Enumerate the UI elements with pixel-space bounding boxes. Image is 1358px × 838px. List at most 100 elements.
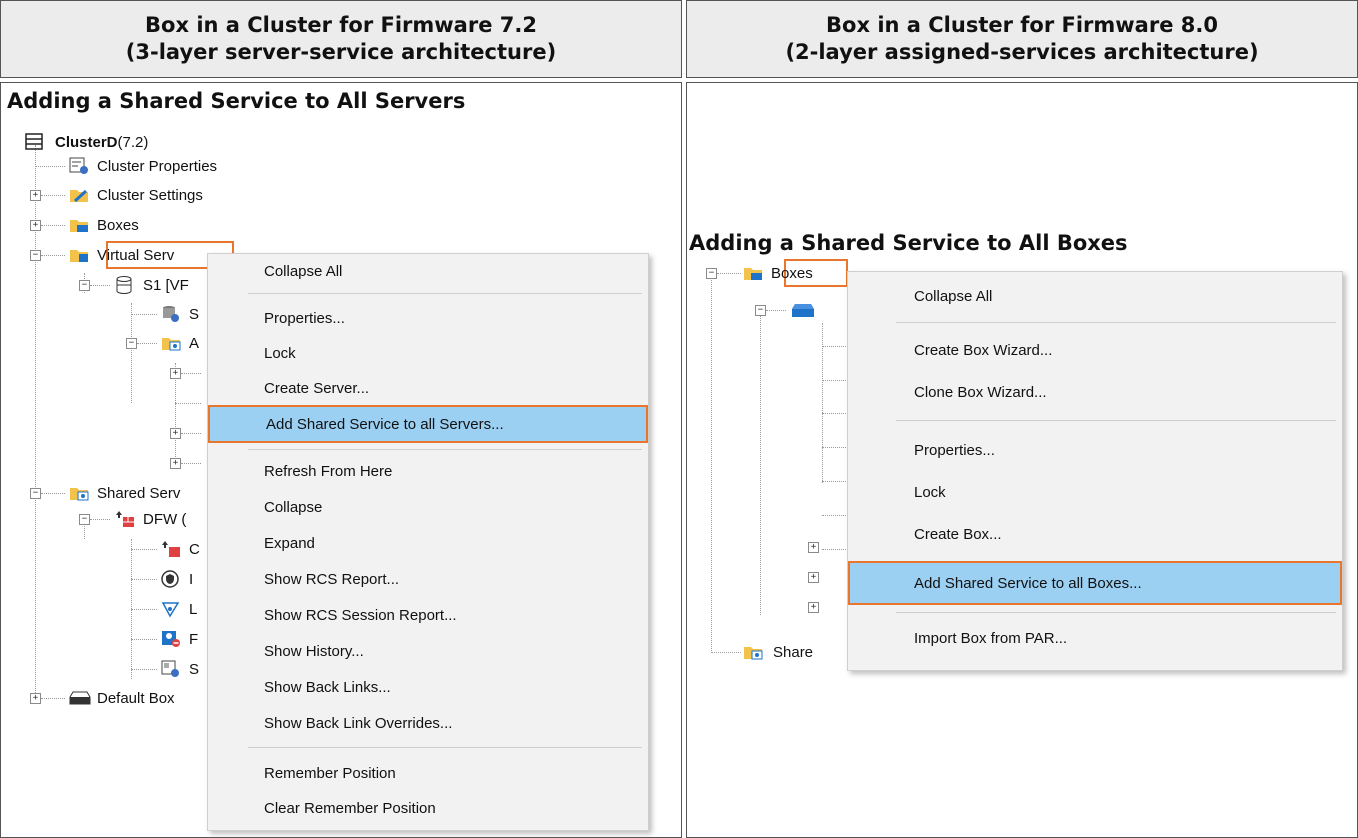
tree-item-s1[interactable]: S1 [VF: [115, 273, 189, 297]
menu-item-lock[interactable]: Lock: [848, 472, 1342, 512]
boxes-folder-icon: [69, 217, 89, 233]
shield-icon: [161, 570, 181, 588]
right-header-line2: (2-layer assigned-services architecture): [785, 40, 1259, 64]
box-icon: [791, 301, 814, 319]
tree-item-dfw-child5[interactable]: S: [161, 657, 199, 681]
box-icon: [69, 689, 91, 707]
menu-item-expand[interactable]: Expand: [208, 526, 648, 560]
default-box-label: Default Box: [97, 689, 175, 707]
tree-item-shared[interactable]: Share: [743, 640, 813, 664]
tree-item-s1-assigned[interactable]: A: [161, 331, 199, 355]
tree-item-box[interactable]: [791, 298, 819, 322]
left-content-cell: Adding a Shared Service to All Servers C…: [0, 82, 682, 838]
cluster-properties-label: Cluster Properties: [97, 157, 218, 175]
menu-item-properties[interactable]: Properties...: [848, 430, 1342, 470]
menu-item-add-shared-service-to-all-boxes[interactable]: Add Shared Service to all Boxes...: [848, 561, 1342, 605]
tree-item-dfw-child2[interactable]: I: [161, 567, 193, 591]
firewall-icon: [115, 510, 135, 528]
cluster-server-icon: [25, 133, 45, 151]
menu-separator: [248, 449, 642, 450]
expand-toggle[interactable]: +: [30, 693, 41, 704]
right-header-line1: Box in a Cluster for Firmware 8.0: [826, 13, 1218, 37]
dfw-child5-label: S: [189, 660, 200, 678]
menu-item-lock[interactable]: Lock: [208, 336, 648, 370]
collapse-toggle[interactable]: −: [30, 488, 41, 499]
tree-item-virtual-servers[interactable]: Virtual Serv: [69, 243, 174, 267]
virtual-servers-folder-icon: [69, 247, 89, 263]
assigned-services-folder-icon: [161, 335, 181, 351]
menu-separator: [896, 420, 1336, 421]
expand-toggle[interactable]: +: [170, 368, 181, 379]
menu-item-collapse-all[interactable]: Collapse All: [208, 254, 648, 288]
dfw-child3-label: L: [189, 600, 198, 618]
menu-item-collapse[interactable]: Collapse: [208, 490, 648, 524]
tree-item-boxes[interactable]: Boxes: [743, 261, 813, 285]
menu-item-create-box[interactable]: Create Box...: [848, 514, 1342, 554]
expand-toggle[interactable]: +: [808, 602, 819, 613]
tree-item-dfw-child3[interactable]: L: [161, 597, 197, 621]
tree-item-dfw[interactable]: DFW (: [115, 507, 186, 531]
menu-separator: [248, 747, 642, 748]
menu-item-add-shared-service-to-all-servers[interactable]: Add Shared Service to all Servers...: [208, 405, 648, 443]
collapse-toggle[interactable]: −: [30, 250, 41, 261]
dfw-child1-label: C: [189, 540, 200, 558]
menu-item-create-server[interactable]: Create Server...: [208, 371, 648, 405]
menu-separator: [896, 322, 1336, 323]
collapse-toggle[interactable]: −: [126, 338, 137, 349]
menu-item-refresh-from-here[interactable]: Refresh From Here: [208, 454, 648, 488]
menu-item-show-rcs-report[interactable]: Show RCS Report...: [208, 562, 648, 596]
expand-toggle[interactable]: +: [170, 458, 181, 469]
tree-item-dfw-child1[interactable]: C: [161, 537, 200, 561]
menu-item-properties[interactable]: Properties...: [208, 301, 648, 335]
collapse-toggle[interactable]: −: [79, 514, 90, 525]
shared-services-label: Shared Serv: [97, 484, 181, 502]
tree-item-cluster-settings[interactable]: Cluster Settings: [69, 183, 203, 207]
menu-item-show-rcs-session-report[interactable]: Show RCS Session Report...: [208, 598, 648, 632]
menu-separator: [896, 612, 1336, 613]
server-properties-icon: [161, 305, 181, 323]
service-settings-icon: [161, 660, 181, 678]
expand-toggle[interactable]: +: [30, 190, 41, 201]
s1-child1-label: S: [189, 305, 200, 323]
menu-separator: [248, 293, 642, 294]
collapse-toggle[interactable]: −: [755, 305, 766, 316]
menu-item-create-box-wizard[interactable]: Create Box Wizard...: [848, 330, 1342, 370]
menu-item-show-back-links[interactable]: Show Back Links...: [208, 670, 648, 704]
menu-item-import-box-from-par[interactable]: Import Box from PAR...: [848, 618, 1342, 658]
expand-toggle[interactable]: +: [170, 428, 181, 439]
tree-item-shared-services[interactable]: Shared Serv: [69, 481, 180, 505]
properties-icon: [69, 157, 89, 175]
collapse-toggle[interactable]: −: [79, 280, 90, 291]
s1-child2-label: A: [189, 334, 200, 352]
tree-root-cluster[interactable]: ClusterD (7.2): [25, 130, 148, 154]
tree-item-boxes[interactable]: Boxes: [69, 213, 139, 237]
left-context-menu: Collapse All Properties... Lock Create S…: [207, 253, 649, 831]
menu-item-show-history[interactable]: Show History...: [208, 634, 648, 668]
settings-folder-icon: [69, 187, 89, 203]
menu-item-remember-position[interactable]: Remember Position: [208, 756, 648, 790]
menu-item-collapse-all[interactable]: Collapse All: [848, 276, 1342, 316]
left-header-line1: Box in a Cluster for Firmware 7.2: [145, 13, 537, 37]
tree-item-default-box[interactable]: Default Box: [69, 686, 175, 710]
menu-item-show-back-link-overrides[interactable]: Show Back Link Overrides...: [208, 706, 648, 740]
cluster-settings-label: Cluster Settings: [97, 186, 203, 204]
expand-toggle[interactable]: +: [808, 572, 819, 583]
right-column-header: Box in a Cluster for Firmware 8.0 (2-lay…: [686, 0, 1358, 78]
expand-toggle[interactable]: +: [808, 542, 819, 553]
cluster-name: ClusterD: [55, 133, 118, 151]
shared-services-folder-icon: [743, 644, 763, 660]
right-content-cell: Adding a Shared Service to All Boxes − B…: [686, 82, 1358, 838]
shared-label: Share: [773, 643, 814, 661]
cluster-version: (7.2): [117, 133, 149, 151]
tree-item-s1-properties[interactable]: S: [161, 302, 199, 326]
tree-item-cluster-properties[interactable]: Cluster Properties: [69, 154, 217, 178]
boxes-label: Boxes: [771, 264, 813, 282]
dfw-child4-label: F: [189, 630, 199, 648]
menu-item-clone-box-wizard[interactable]: Clone Box Wizard...: [848, 372, 1342, 412]
expand-toggle[interactable]: +: [30, 220, 41, 231]
tree-item-dfw-child4[interactable]: F: [161, 627, 198, 651]
menu-item-clear-remember-position[interactable]: Clear Remember Position: [208, 791, 648, 825]
collapse-toggle[interactable]: −: [706, 268, 717, 279]
left-column-header: Box in a Cluster for Firmware 7.2 (3-lay…: [0, 0, 682, 78]
network-icon: [161, 600, 181, 618]
